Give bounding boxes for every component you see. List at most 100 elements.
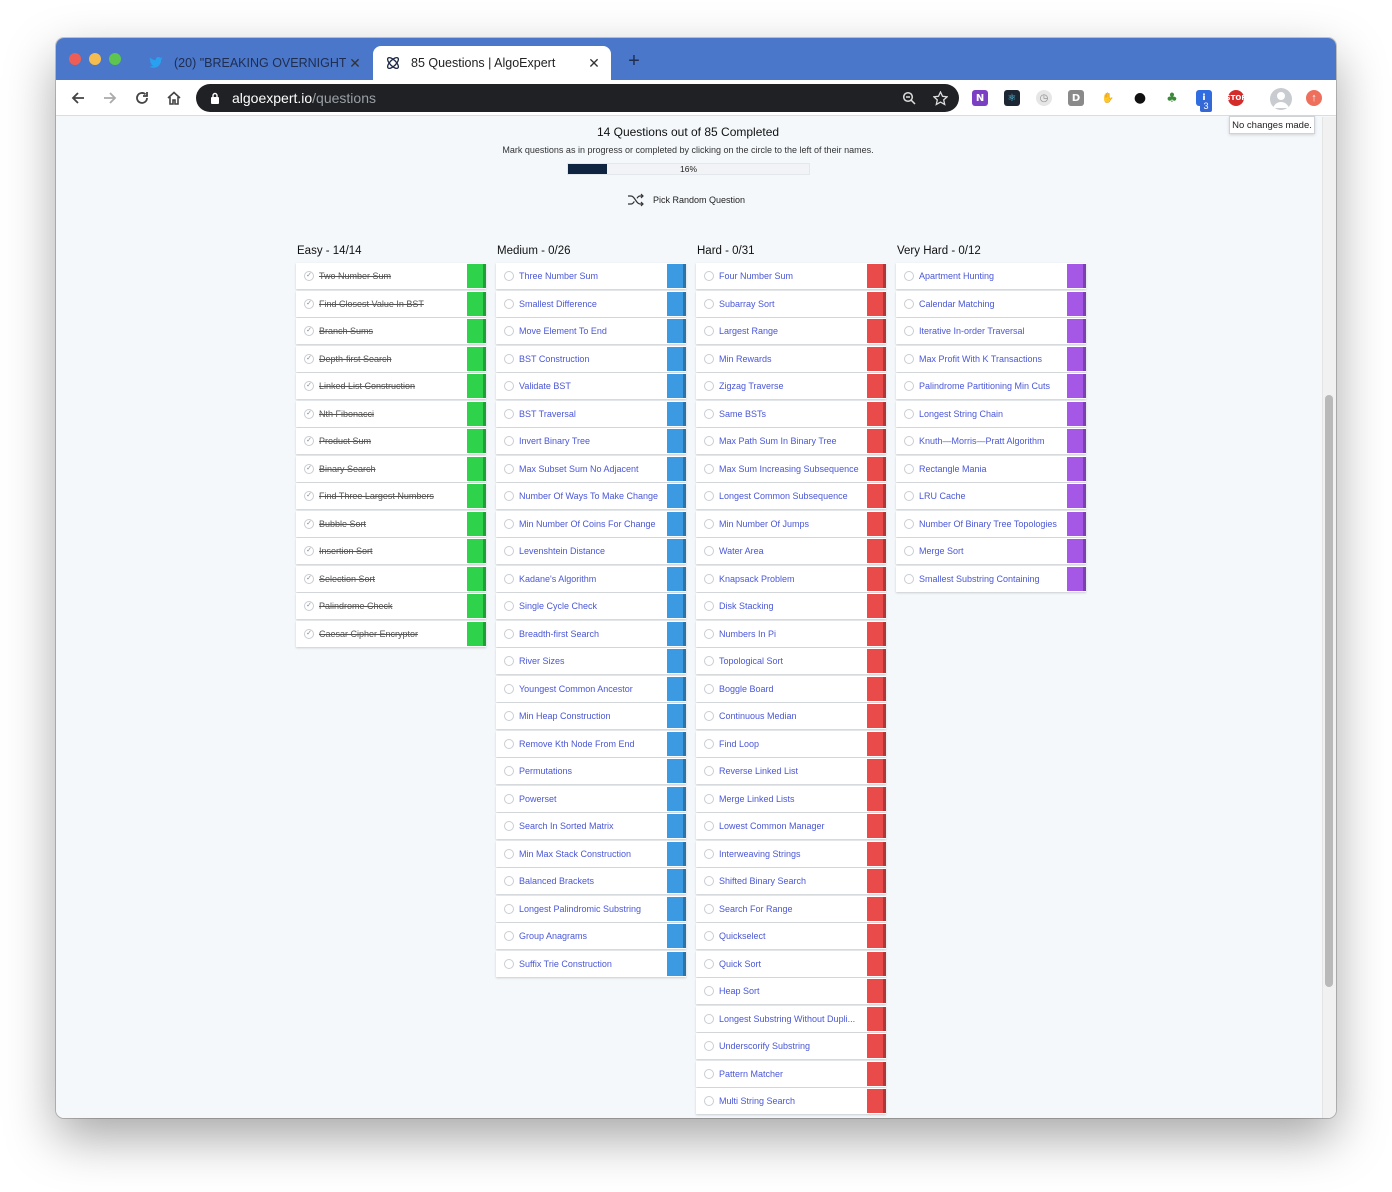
- question-name[interactable]: Max Path Sum In Binary Tree: [719, 436, 861, 446]
- question-name[interactable]: Insertion Sort: [319, 546, 461, 556]
- question-name[interactable]: Two Number Sum: [319, 271, 461, 281]
- status-circle-icon[interactable]: [704, 436, 714, 446]
- question-name[interactable]: Min Heap Construction: [519, 711, 661, 721]
- question-item[interactable]: Quick Sort: [696, 950, 886, 977]
- question-name[interactable]: Selection Sort: [319, 574, 461, 584]
- status-circle-icon[interactable]: [904, 326, 914, 336]
- question-item[interactable]: Max Sum Increasing Subsequence: [696, 455, 886, 482]
- question-name[interactable]: Merge Sort: [919, 546, 1061, 556]
- status-circle-icon[interactable]: [504, 711, 514, 721]
- question-name[interactable]: Zigzag Traverse: [719, 381, 861, 391]
- question-name[interactable]: Min Number Of Jumps: [719, 519, 861, 529]
- status-circle-icon[interactable]: [504, 738, 514, 749]
- question-name[interactable]: Interweaving Strings: [719, 849, 861, 859]
- question-name[interactable]: Calendar Matching: [919, 299, 1061, 309]
- question-item[interactable]: Reverse Linked List: [696, 758, 886, 784]
- question-name[interactable]: Lowest Common Manager: [719, 821, 861, 831]
- status-circle-icon[interactable]: [704, 573, 714, 584]
- status-circle-icon[interactable]: [904, 298, 914, 309]
- question-name[interactable]: Single Cycle Check: [519, 601, 661, 611]
- question-item[interactable]: ✓ Find Three Largest Numbers: [296, 483, 486, 509]
- react-devtools-icon[interactable]: ⚛: [1004, 90, 1020, 106]
- question-item[interactable]: Move Element To End: [496, 318, 686, 344]
- question-name[interactable]: Iterative In-order Traversal: [919, 326, 1061, 336]
- completed-check-icon[interactable]: ✓: [304, 326, 314, 336]
- puzzle-extension-icon[interactable]: ✋: [1100, 90, 1116, 106]
- question-item[interactable]: BST Construction: [496, 345, 686, 372]
- status-circle-icon[interactable]: [904, 436, 914, 446]
- pick-random-button[interactable]: Pick Random Question: [627, 192, 745, 208]
- question-item[interactable]: Palindrome Partitioning Min Cuts: [896, 373, 1086, 399]
- status-circle-icon[interactable]: [704, 601, 714, 611]
- question-item[interactable]: Same BSTs: [696, 400, 886, 427]
- github-icon[interactable]: ●: [1132, 90, 1148, 106]
- status-circle-icon[interactable]: [504, 298, 514, 309]
- question-name[interactable]: Branch Sums: [319, 326, 461, 336]
- completed-check-icon[interactable]: ✓: [304, 408, 314, 419]
- back-button[interactable]: [68, 88, 88, 108]
- question-item[interactable]: Iterative In-order Traversal: [896, 318, 1086, 344]
- question-name[interactable]: Nth Fibonacci: [319, 409, 461, 419]
- status-circle-icon[interactable]: [704, 711, 714, 721]
- question-item[interactable]: Number Of Ways To Make Change: [496, 483, 686, 509]
- question-item[interactable]: Search For Range: [696, 895, 886, 922]
- question-item[interactable]: ✓ Linked List Construction: [296, 373, 486, 399]
- status-circle-icon[interactable]: [504, 766, 514, 776]
- question-name[interactable]: Kadane's Algorithm: [519, 574, 661, 584]
- question-name[interactable]: Four Number Sum: [719, 271, 861, 281]
- question-name[interactable]: Reverse Linked List: [719, 766, 861, 776]
- completed-check-icon[interactable]: ✓: [304, 463, 314, 474]
- question-name[interactable]: Three Number Sum: [519, 271, 661, 281]
- question-item[interactable]: Smallest Difference: [496, 290, 686, 317]
- question-item[interactable]: River Sizes: [496, 648, 686, 674]
- question-name[interactable]: Min Rewards: [719, 354, 861, 364]
- status-circle-icon[interactable]: [504, 491, 514, 501]
- status-circle-icon[interactable]: [704, 986, 714, 996]
- question-item[interactable]: BST Traversal: [496, 400, 686, 427]
- question-item[interactable]: Apartment Hunting: [896, 263, 1086, 289]
- question-name[interactable]: Numbers In Pi: [719, 629, 861, 639]
- question-name[interactable]: Longest Common Subsequence: [719, 491, 861, 501]
- question-item[interactable]: Longest String Chain: [896, 400, 1086, 427]
- question-name[interactable]: Find Three Largest Numbers: [319, 491, 461, 501]
- question-name[interactable]: Caesar Cipher Encryptor: [319, 629, 461, 639]
- question-name[interactable]: Shifted Binary Search: [719, 876, 861, 886]
- question-item[interactable]: Remove Kth Node From End: [496, 730, 686, 757]
- scrollbar-thumb[interactable]: [1325, 395, 1333, 987]
- question-item[interactable]: Continuous Median: [696, 703, 886, 729]
- status-circle-icon[interactable]: [704, 821, 714, 831]
- completed-check-icon[interactable]: ✓: [304, 491, 314, 501]
- completed-check-icon[interactable]: ✓: [304, 518, 314, 529]
- status-circle-icon[interactable]: [704, 683, 714, 694]
- question-item[interactable]: Calendar Matching: [896, 290, 1086, 317]
- question-item[interactable]: Merge Sort: [896, 538, 1086, 564]
- status-circle-icon[interactable]: [904, 518, 914, 529]
- question-name[interactable]: Depth-first Search: [319, 354, 461, 364]
- question-name[interactable]: Min Number Of Coins For Change: [519, 519, 661, 529]
- onenote-extension-icon[interactable]: N: [972, 90, 988, 106]
- status-circle-icon[interactable]: [504, 518, 514, 529]
- status-circle-icon[interactable]: [704, 326, 714, 336]
- status-circle-icon[interactable]: [704, 848, 714, 859]
- question-item[interactable]: Numbers In Pi: [696, 620, 886, 647]
- question-item[interactable]: Min Max Stack Construction: [496, 840, 686, 867]
- question-item[interactable]: Min Number Of Coins For Change: [496, 510, 686, 537]
- question-name[interactable]: Validate BST: [519, 381, 661, 391]
- reload-button[interactable]: [132, 88, 152, 108]
- home-button[interactable]: [164, 88, 184, 108]
- question-item[interactable]: Lowest Common Manager: [696, 813, 886, 839]
- status-circle-icon[interactable]: [504, 573, 514, 584]
- question-name[interactable]: Number Of Ways To Make Change: [519, 491, 661, 501]
- question-name[interactable]: Binary Search: [319, 464, 461, 474]
- question-name[interactable]: Linked List Construction: [319, 381, 461, 391]
- question-item[interactable]: ✓ Selection Sort: [296, 565, 486, 592]
- question-name[interactable]: Suffix Trie Construction: [519, 959, 661, 969]
- question-name[interactable]: Remove Kth Node From End: [519, 739, 661, 749]
- question-item[interactable]: ✓ Insertion Sort: [296, 538, 486, 564]
- completed-check-icon[interactable]: ✓: [304, 381, 314, 391]
- question-item[interactable]: Balanced Brackets: [496, 868, 686, 894]
- close-tab-icon[interactable]: ✕: [346, 55, 364, 72]
- status-circle-icon[interactable]: [504, 601, 514, 611]
- status-circle-icon[interactable]: [504, 793, 514, 804]
- status-circle-icon[interactable]: [704, 628, 714, 639]
